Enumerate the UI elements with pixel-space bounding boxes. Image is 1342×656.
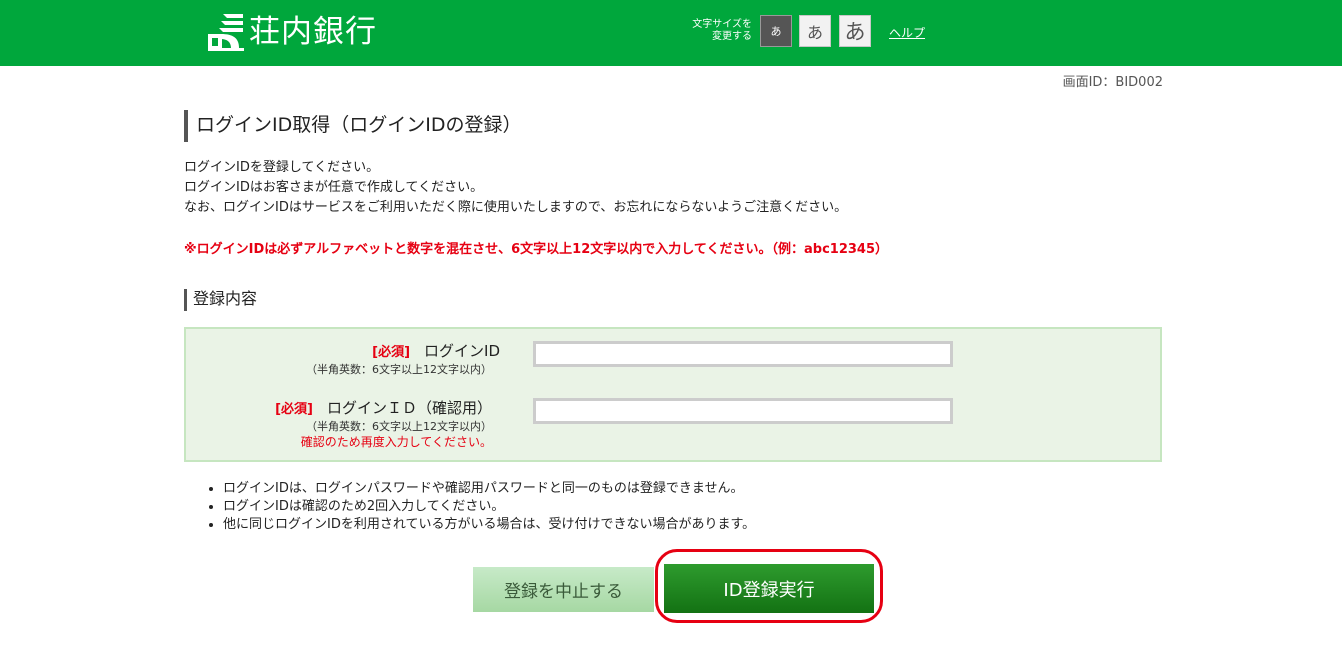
login-id-confirm-label: ログインＩＤ（確認用） bbox=[326, 399, 492, 417]
site-header: 荘内銀行 文字サイズを 変更する あ あ あ ヘルプ bbox=[0, 0, 1342, 66]
font-size-medium-button[interactable]: あ bbox=[799, 15, 831, 47]
help-link[interactable]: ヘルプ bbox=[889, 24, 925, 41]
intro-line: ログインIDを登録してください。 bbox=[184, 160, 380, 175]
page-title: ログインID取得（ログインIDの登録） bbox=[184, 110, 521, 142]
login-id-label: ログインID bbox=[424, 342, 500, 360]
login-id-confirm-label-group: [必須] ログインＩＤ（確認用） bbox=[275, 397, 492, 418]
login-id-hint: （半角英数：6文字以上12文字以内） bbox=[306, 363, 492, 376]
list-item: ログインIDは、ログインパスワードや確認用パスワードと同一のものは登録できません… bbox=[223, 480, 755, 498]
section-title: 登録内容 bbox=[184, 289, 257, 311]
screen-id: 画面ID：BID002 bbox=[1062, 75, 1163, 90]
intro-line: ログインIDはお客さまが任意で作成してください。 bbox=[184, 180, 484, 195]
registration-form: [必須] ログインID （半角英数：6文字以上12文字以内） [必須] ログインＩＤ… bbox=[184, 327, 1162, 462]
font-size-label: 文字サイズを 変更する bbox=[672, 19, 752, 43]
warning-text: ※ログインIDは必ずアルファベットと数字を混在させ、6文字以上12文字以内で入力… bbox=[184, 242, 889, 257]
font-size-label-line2: 変更する bbox=[712, 31, 752, 42]
intro-text: ログインIDを登録してください。 ログインIDはお客さまが任意で作成してください… bbox=[184, 158, 847, 218]
bank-name: 荘内銀行 bbox=[249, 14, 377, 50]
login-id-confirm-hint: （半角英数：6文字以上12文字以内） bbox=[306, 420, 492, 433]
login-id-label-group: [必須] ログインID bbox=[372, 340, 500, 361]
intro-line: なお、ログインIDはサービスをご利用いただく際に使用いたしますので、お忘れになら… bbox=[184, 200, 848, 215]
bank-logo[interactable]: 荘内銀行 bbox=[207, 12, 377, 52]
cancel-registration-button[interactable]: 登録を中止する bbox=[473, 567, 654, 612]
login-id-confirm-input[interactable] bbox=[533, 398, 953, 424]
login-id-confirm-note: 確認のため再度入力してください。 bbox=[300, 435, 492, 449]
bank-logo-icon bbox=[207, 12, 245, 52]
font-size-small-button[interactable]: あ bbox=[760, 15, 792, 47]
login-id-input[interactable] bbox=[533, 341, 953, 367]
required-badge: [必須] bbox=[275, 402, 313, 417]
required-badge: [必須] bbox=[372, 345, 411, 360]
font-size-large-button[interactable]: あ bbox=[839, 15, 871, 47]
list-item: ログインIDは確認のため2回入力してください。 bbox=[223, 498, 755, 516]
list-item: 他に同じログインIDを利用されている方がいる場合は、受け付けできない場合がありま… bbox=[223, 516, 755, 534]
font-size-label-line1: 文字サイズを bbox=[692, 19, 752, 30]
register-id-button[interactable]: ID登録実行 bbox=[664, 564, 874, 613]
notes-list: ログインIDは、ログインパスワードや確認用パスワードと同一のものは登録できません… bbox=[206, 480, 755, 534]
